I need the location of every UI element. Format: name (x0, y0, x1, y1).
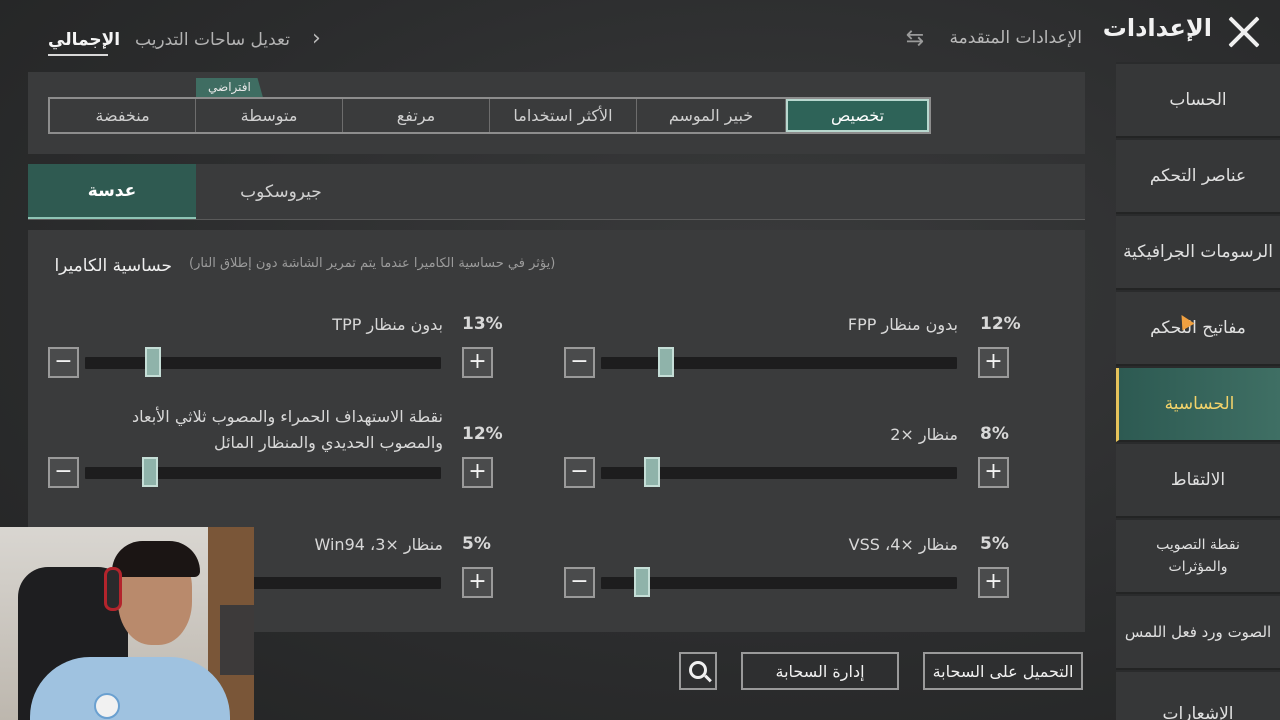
section-note: (يؤثر في حساسية الكاميرا عندما يتم تمرير… (189, 256, 556, 271)
sidebar-item-label: الحساب (1169, 90, 1227, 110)
increase-button[interactable]: + (978, 567, 1009, 598)
tab-lens[interactable]: عدسة (28, 164, 196, 220)
minus-icon: − (54, 349, 73, 374)
increase-button[interactable]: + (462, 567, 493, 598)
minus-icon: − (570, 459, 589, 484)
slider-label: منظار ×2 (890, 425, 958, 444)
preset-custom[interactable]: تخصيص (786, 99, 929, 132)
slider-thumb[interactable] (141, 457, 158, 487)
decrease-button[interactable]: − (48, 347, 79, 378)
tab-gyroscope[interactable]: جيروسكوب (196, 164, 366, 220)
slider-label: منظار ×4، VSS (848, 535, 958, 554)
chevron-right-icon[interactable]: › (312, 26, 321, 51)
webcam-poster (220, 605, 254, 675)
sidebar-item-graphics[interactable]: الرسومات الجرافيكية (1116, 216, 1280, 290)
sidebar-item-label: الإشعارات (1162, 704, 1234, 720)
cloud-upload-button[interactable]: التحميل على السحابة (923, 652, 1083, 690)
decrease-button[interactable]: − (48, 457, 79, 488)
sidebar: الحساب عناصر التحكم الرسومات الجرافيكية … (1116, 62, 1280, 720)
minus-icon: − (570, 349, 589, 374)
minus-icon: − (54, 459, 73, 484)
slider-value: 5% (980, 534, 1009, 554)
plus-icon: + (984, 349, 1003, 374)
advanced-settings-link[interactable]: الإعدادات المتقدمة (949, 28, 1082, 48)
increase-button[interactable]: + (978, 347, 1009, 378)
sidebar-item-sensitivity[interactable]: الحساسية (1116, 368, 1280, 442)
sidebar-item-notifications[interactable]: الإشعارات (1116, 672, 1280, 720)
decrease-button[interactable]: − (564, 567, 595, 598)
plus-icon: + (468, 349, 487, 374)
sidebar-item-label: عناصر التحكم (1149, 166, 1247, 186)
slider-value: 8% (980, 424, 1009, 444)
sidebar-item-pickup[interactable]: الالتقاط (1116, 444, 1280, 518)
webcam-person-hair (112, 541, 200, 577)
search-button[interactable] (679, 652, 717, 690)
preset-selector: منخفضة متوسطة مرتفع الأكثر استخداما خبير… (48, 97, 931, 134)
breadcrumb-training[interactable]: تعديل ساحات التدريب (135, 30, 290, 50)
top-bar: الإعدادات الإعدادات المتقدمة ⇆ الإجمالي … (0, 0, 1280, 72)
cloud-manage-button[interactable]: إدارة السحابة (741, 652, 899, 690)
tab-divider (28, 219, 1085, 220)
slider-value: 12% (980, 314, 1021, 334)
default-tag: افتراضي (196, 78, 263, 97)
preset-season-expert[interactable]: خبير الموسم (637, 99, 786, 132)
slider-label: نقطة الاستهداف الحمراء والمصوب ثلاثي الأ… (131, 407, 443, 452)
webcam-overlay (0, 527, 254, 720)
swap-icon[interactable]: ⇆ (902, 26, 928, 52)
increase-button[interactable]: + (462, 457, 493, 488)
sidebar-item-label: مفاتيح التحكم (1150, 318, 1246, 338)
slider-value: 12% (462, 424, 503, 444)
sidebar-item-label: الالتقاط (1170, 470, 1226, 490)
minus-icon: − (570, 569, 589, 594)
webcam-person-body (30, 657, 230, 720)
decrease-button[interactable]: − (564, 347, 595, 378)
increase-button[interactable]: + (462, 347, 493, 378)
search-icon-handle (704, 674, 712, 683)
preset-high[interactable]: مرتفع (343, 99, 490, 132)
breadcrumb-total[interactable]: الإجمالي (48, 30, 120, 50)
section-title: حساسية الكاميرا (54, 256, 172, 276)
preset-medium[interactable]: متوسطة (196, 99, 343, 132)
slider-track[interactable] (601, 577, 957, 589)
preset-low[interactable]: منخفضة (50, 99, 196, 132)
increase-button[interactable]: + (978, 457, 1009, 488)
page-title: الإعدادات (1102, 14, 1212, 42)
slider-track[interactable] (85, 357, 441, 369)
preset-most-used[interactable]: الأكثر استخداما (490, 99, 637, 132)
slider-label: بدون منظار TPP (332, 315, 443, 334)
sidebar-item-control-keys[interactable]: مفاتيح التحكم (1116, 292, 1280, 366)
sidebar-item-label: الرسومات الجرافيكية (1123, 242, 1273, 262)
sidebar-item-label: نقطة التصويب والمؤثرات (1156, 537, 1240, 575)
slider-value: 5% (462, 534, 491, 554)
slider-value: 13% (462, 314, 503, 334)
plus-icon: + (468, 459, 487, 484)
sidebar-item-account[interactable]: الحساب (1116, 64, 1280, 138)
slider-thumb[interactable] (634, 567, 650, 597)
slider-track[interactable] (85, 467, 441, 479)
slider-thumb[interactable] (657, 347, 674, 377)
sidebar-item-audio[interactable]: الصوت ورد فعل اللمس (1116, 596, 1280, 670)
slider-label: بدون منظار FPP (847, 315, 958, 334)
slider-track[interactable] (601, 357, 957, 369)
plus-icon: + (468, 569, 487, 594)
webcam-shirt-badge (94, 693, 120, 719)
sidebar-item-controls[interactable]: عناصر التحكم (1116, 140, 1280, 214)
webcam-headset (104, 567, 122, 611)
plus-icon: + (984, 459, 1003, 484)
breadcrumb-underline (48, 54, 108, 56)
sidebar-item-crosshair[interactable]: نقطة التصويب والمؤثرات (1116, 520, 1280, 594)
plus-icon: + (984, 569, 1003, 594)
slider-thumb[interactable] (644, 457, 661, 487)
sidebar-item-label: الحساسية (1164, 394, 1235, 414)
slider-thumb[interactable] (145, 347, 162, 377)
decrease-button[interactable]: − (564, 457, 595, 488)
sidebar-item-label: الصوت ورد فعل اللمس (1124, 623, 1272, 641)
close-icon[interactable] (1226, 14, 1262, 50)
